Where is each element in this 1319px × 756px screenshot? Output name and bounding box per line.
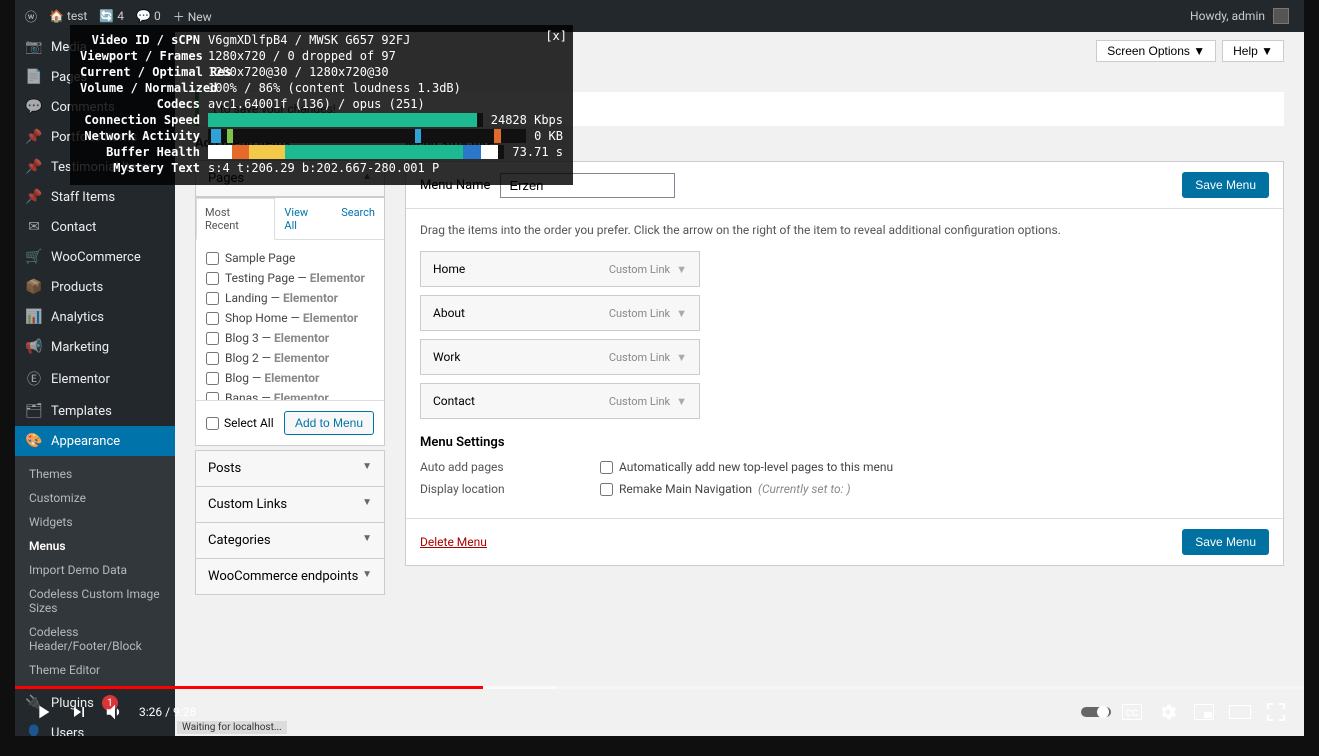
page-checkbox-item[interactable]: Blog 2 — Elementor — [206, 348, 374, 368]
menu-icon: ✉ — [25, 219, 43, 235]
howdy[interactable]: Howdy, admin — [1190, 9, 1265, 23]
captions-button[interactable]: CC — [1114, 694, 1150, 730]
submenu-theme-editor[interactable]: Theme Editor — [15, 658, 175, 682]
menu-icon: 📄 — [25, 69, 43, 85]
menu-icon: 📌 — [25, 129, 43, 145]
site-name[interactable]: 🏠 test — [49, 9, 87, 23]
accordion-custom-links[interactable]: Custom Links▼ — [195, 486, 385, 523]
page-checkbox-item[interactable]: Blog 3 — Elementor — [206, 328, 374, 348]
sidebar-item-woocommerce[interactable]: 🛒WooCommerce — [15, 242, 175, 272]
page-checkbox-item[interactable]: Landing — Elementor — [206, 288, 374, 308]
svg-text:CC: CC — [1126, 708, 1139, 718]
chevron-down-icon: ▼ — [676, 395, 687, 408]
chevron-down-icon: ▼ — [676, 351, 687, 364]
progress-bar[interactable] — [15, 686, 1304, 689]
save-menu-button-bottom[interactable]: Save Menu — [1182, 529, 1269, 555]
menu-item-contact[interactable]: ContactCustom Link ▼ — [420, 383, 700, 419]
chevron-down-icon: ▼ — [362, 461, 372, 476]
volume-button[interactable] — [97, 694, 133, 730]
menu-icon: 📢 — [25, 339, 43, 355]
drag-hint: Drag the items into the order you prefer… — [420, 223, 1269, 237]
menu-item-about[interactable]: AboutCustom Link ▼ — [420, 295, 700, 331]
pages-checklist: Sample PageTesting Page — ElementorLandi… — [196, 240, 384, 400]
fullscreen-button[interactable] — [1258, 694, 1294, 730]
stats-for-nerds-overlay: [x] Video ID / sCPNV6gmXDlfpB4 / MWSK G6… — [70, 25, 573, 185]
page-checkbox-item[interactable]: Sample Page — [206, 248, 374, 268]
updates[interactable]: 🔄 4 — [99, 9, 124, 23]
sidebar-item-analytics[interactable]: 📊Analytics — [15, 302, 175, 332]
wp-logo-icon[interactable]: ⓦ — [25, 8, 37, 25]
display-location-checkbox[interactable] — [600, 483, 613, 496]
submenu-import-demo-data[interactable]: Import Demo Data — [15, 558, 175, 582]
accordion-categories[interactable]: Categories▼ — [195, 522, 385, 559]
settings-button[interactable] — [1150, 694, 1186, 730]
menu-icon: 🗂 — [25, 403, 43, 419]
accordion-woo-endpoints[interactable]: WooCommerce endpoints▼ — [195, 558, 385, 595]
menu-icon: 📷 — [25, 39, 43, 55]
next-button[interactable] — [61, 694, 97, 730]
sidebar-item-elementor[interactable]: ⒺElementor — [15, 362, 175, 396]
avatar-icon[interactable] — [1273, 8, 1289, 24]
submenu-codeless-custom-image-sizes[interactable]: Codeless Custom Image Sizes — [15, 582, 175, 620]
submenu-customize[interactable]: Customize — [15, 486, 175, 510]
chevron-down-icon: ▼ — [676, 263, 687, 276]
submenu-themes[interactable]: Themes — [15, 462, 175, 486]
menu-icon: 💬 — [25, 99, 43, 115]
sidebar-item-appearance[interactable]: 🎨Appearance — [15, 426, 175, 456]
tab-search[interactable]: Search — [332, 198, 384, 240]
menu-icon: 📌 — [25, 189, 43, 205]
menu-icon: 📌 — [25, 159, 43, 175]
time-display: 3:26 / 9:28 — [139, 705, 196, 719]
help-button[interactable]: Help ▼ — [1222, 40, 1284, 62]
page-checkbox-item[interactable]: Testing Page — Elementor — [206, 268, 374, 288]
comments-count[interactable]: 💬 0 — [136, 9, 161, 23]
menu-icon: Ⓔ — [25, 369, 43, 389]
sidebar-item-staff-items[interactable]: 📌Staff Items — [15, 182, 175, 212]
tab-most-recent[interactable]: Most Recent — [196, 198, 275, 240]
page-checkbox-item[interactable]: Blog — Elementor — [206, 368, 374, 388]
play-button[interactable] — [25, 694, 61, 730]
close-stats-button[interactable]: [x] — [545, 29, 567, 43]
submenu-codeless-header-footer-block[interactable]: Codeless Header/Footer/Block — [15, 620, 175, 658]
add-menu-items-panel: Add menu items Pages▲ Most Recent View A… — [195, 136, 385, 595]
delete-menu-link[interactable]: Delete Menu — [420, 535, 487, 549]
auto-add-checkbox[interactable] — [600, 461, 613, 474]
submenu-menus[interactable]: Menus — [15, 534, 175, 558]
page-checkbox-item[interactable]: Shop Home — Elementor — [206, 308, 374, 328]
add-to-menu-button[interactable]: Add to Menu — [284, 411, 374, 435]
chevron-down-icon: ▼ — [362, 533, 372, 548]
sidebar-item-marketing[interactable]: 📢Marketing — [15, 332, 175, 362]
menu-icon: 📊 — [25, 309, 43, 325]
browser-status-bar: Waiting for localhost... — [177, 721, 287, 734]
menu-structure-panel: Menu structure Menu Name Save Menu Drag … — [405, 136, 1284, 595]
miniplayer-button[interactable] — [1186, 694, 1222, 730]
menu-item-home[interactable]: HomeCustom Link ▼ — [420, 251, 700, 287]
menu-item-work[interactable]: WorkCustom Link ▼ — [420, 339, 700, 375]
submenu-widgets[interactable]: Widgets — [15, 510, 175, 534]
menu-icon: 🎨 — [25, 433, 43, 449]
save-menu-button-top[interactable]: Save Menu — [1182, 172, 1269, 198]
chevron-down-icon: ▼ — [676, 307, 687, 320]
screen-options-button[interactable]: Screen Options ▼ — [1096, 40, 1216, 62]
auto-add-label: Auto add pages — [420, 460, 600, 474]
accordion-posts[interactable]: Posts▼ — [195, 450, 385, 487]
select-all-checkbox[interactable]: Select All — [206, 416, 274, 430]
page-checkbox-item[interactable]: Banas — Elementor — [206, 388, 374, 400]
menu-icon: 🛒 — [25, 249, 43, 265]
theater-button[interactable] — [1222, 694, 1258, 730]
new-content[interactable]: ＋ New — [173, 8, 212, 25]
autoplay-toggle[interactable] — [1078, 694, 1114, 730]
sidebar-item-templates[interactable]: 🗂Templates — [15, 396, 175, 426]
display-location-label: Display location — [420, 482, 600, 496]
tab-view-all[interactable]: View All — [275, 198, 332, 240]
menu-icon: 📦 — [25, 279, 43, 295]
sidebar-item-contact[interactable]: ✉Contact — [15, 212, 175, 242]
menu-settings-title: Menu Settings — [420, 435, 1269, 450]
chevron-down-icon: ▼ — [362, 497, 372, 512]
sidebar-item-products[interactable]: 📦Products — [15, 272, 175, 302]
chevron-down-icon: ▼ — [362, 569, 372, 584]
